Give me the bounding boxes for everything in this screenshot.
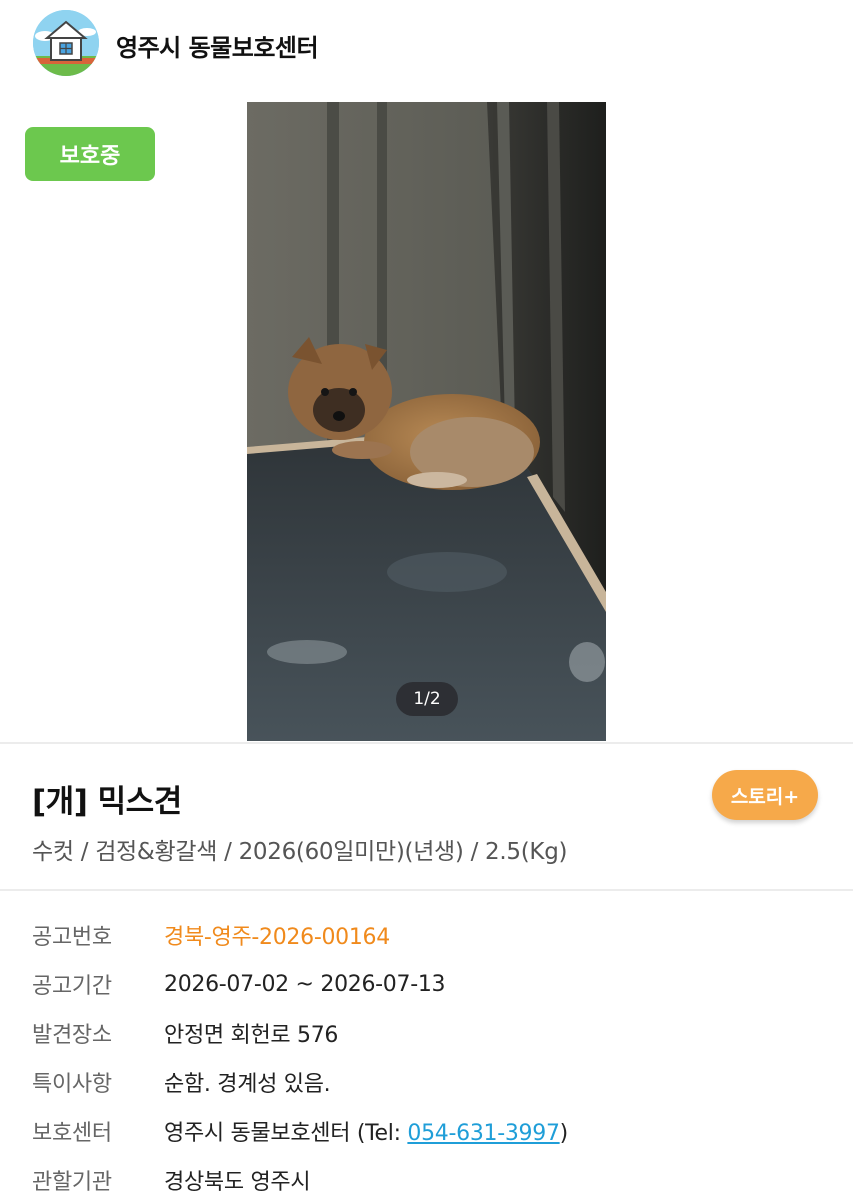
info-label: 공고번호 xyxy=(32,925,112,950)
info-label: 공고기간 xyxy=(32,974,112,999)
puppy-photo[interactable] xyxy=(247,102,606,741)
info-label: 발견장소 xyxy=(32,1023,112,1048)
info-row-authority: 관할기관 경상북도 영주시 xyxy=(32,1163,311,1197)
shelter-center: 영주시 동물보호센터 (Tel: 054-631-3997) xyxy=(164,1115,568,1147)
info-row-period: 공고기간 2026-07-02 ~ 2026-07-13 xyxy=(32,967,446,1001)
divider xyxy=(0,889,853,891)
image-counter: 1/2 xyxy=(396,682,458,716)
header: 영주시 동물보호센터 xyxy=(0,0,853,90)
info-row-notice-no: 공고번호 경북-영주-2026-00164 xyxy=(32,918,390,952)
status-badge: 보호중 xyxy=(25,127,155,181)
center-suffix: ) xyxy=(559,1121,569,1146)
notice-period: 2026-07-02 ~ 2026-07-13 xyxy=(164,971,446,997)
animal-subtitle: 수컷 / 검정&황갈색 / 2026(60일미만)(년생) / 2.5(Kg) xyxy=(32,839,568,865)
phone-link[interactable]: 054-631-3997 xyxy=(407,1121,560,1146)
info-label: 관할기관 xyxy=(32,1170,112,1195)
animal-title: [개] 믹스견 xyxy=(32,784,182,820)
authority: 경상북도 영주시 xyxy=(164,1170,311,1195)
info-label: 특이사항 xyxy=(32,1072,112,1097)
found-place: 안정면 회헌로 576 xyxy=(164,1023,339,1048)
divider xyxy=(0,742,853,744)
info-row-center: 보호센터 영주시 동물보호센터 (Tel: 054-631-3997) xyxy=(32,1114,568,1148)
special-notes: 순함. 경계성 있음. xyxy=(164,1072,331,1097)
shelter-name[interactable]: 영주시 동물보호센터 xyxy=(116,28,319,63)
info-label: 보호센터 xyxy=(32,1121,112,1146)
info-row-notes: 특이사항 순함. 경계성 있음. xyxy=(32,1065,331,1099)
notice-number: 경북-영주-2026-00164 xyxy=(164,925,390,950)
info-row-place: 발견장소 안정면 회헌로 576 xyxy=(32,1016,338,1050)
center-prefix: 영주시 동물보호센터 (Tel: xyxy=(164,1121,408,1146)
shelter-house-icon[interactable] xyxy=(33,10,99,76)
story-button[interactable]: 스토리+ xyxy=(712,770,818,820)
